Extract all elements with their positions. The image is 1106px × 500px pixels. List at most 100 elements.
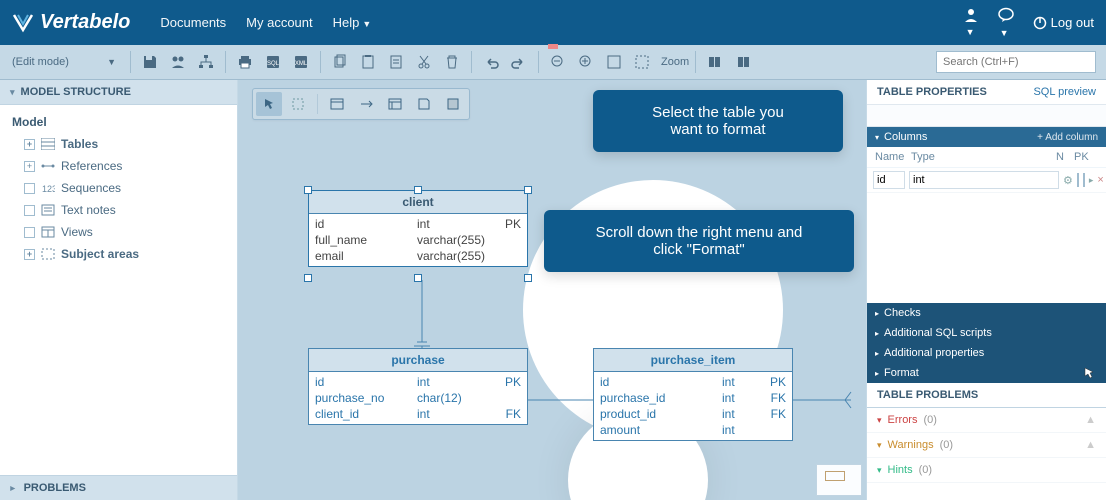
table-row: amountint [594, 422, 792, 438]
column-name-input[interactable] [873, 171, 905, 189]
add-reference-tool[interactable] [353, 92, 379, 116]
table-body: idintPK purchase_idintFK product_idintFK… [594, 372, 792, 440]
select-tool[interactable] [256, 92, 282, 116]
problems-hints[interactable]: ▾Hints(0) [867, 458, 1106, 483]
user-menu[interactable]: ▼ [963, 7, 979, 38]
marquee-icon [291, 97, 305, 111]
table-icon [41, 138, 55, 150]
note-icon [41, 204, 55, 216]
delete-button[interactable] [439, 49, 465, 75]
paste-icon [360, 54, 376, 70]
table-header: client [309, 191, 527, 214]
expand-icon: ▸ [875, 329, 879, 338]
expand-icon: ▾ [7, 486, 18, 491]
tree-root[interactable]: Model [0, 111, 237, 133]
add-column-link[interactable]: + Add column [1037, 132, 1098, 143]
selection-handle[interactable] [304, 186, 312, 194]
paste-button[interactable] [355, 49, 381, 75]
undo-button[interactable] [478, 49, 504, 75]
print-button[interactable] [232, 49, 258, 75]
cut-button[interactable] [411, 49, 437, 75]
problems-errors[interactable]: ▾Errors(0)▲ [867, 408, 1106, 433]
column-type-input[interactable] [909, 171, 1059, 189]
tree-sequences[interactable]: 123Sequences [0, 177, 237, 199]
nav-my-account[interactable]: My account [246, 15, 312, 30]
print-icon [237, 54, 253, 70]
problems-warnings[interactable]: ▾Warnings(0)▲ [867, 433, 1106, 458]
sql-button[interactable]: SQL [260, 49, 286, 75]
zoom-region-button[interactable] [629, 49, 655, 75]
section-additional-props[interactable]: ▸Additional properties [867, 343, 1106, 363]
table-client[interactable]: client idintPK full_namevarchar(255) ema… [308, 190, 528, 267]
expand-icon: ▸ [875, 309, 879, 318]
warning-icon: ▲ [1085, 414, 1096, 426]
tree-subject-areas[interactable]: +Subject areas [0, 243, 237, 265]
share-button[interactable] [165, 49, 191, 75]
tree-textnotes[interactable]: Text notes [0, 199, 237, 221]
section-columns[interactable]: ▾ Columns + Add column [867, 127, 1106, 147]
edit-mode-dropdown[interactable]: (Edit mode)▼ [4, 56, 124, 68]
selection-handle[interactable] [524, 186, 532, 194]
tree-icon [198, 54, 214, 70]
logout-button[interactable]: Log out [1033, 15, 1094, 30]
clipboard-button[interactable] [383, 49, 409, 75]
column-delete-icon[interactable]: × [1097, 174, 1103, 186]
add-table-tool[interactable] [324, 92, 350, 116]
marquee-tool[interactable] [285, 92, 311, 116]
header-right: ▼ ▼ Log out [963, 6, 1094, 39]
table-body: idintPK full_namevarchar(255) emailvarch… [309, 214, 527, 266]
column-more-icon[interactable]: ▸ [1089, 175, 1094, 186]
expand-icon [24, 227, 35, 238]
nav-help[interactable]: Help▼ [333, 15, 372, 30]
reference-icon [41, 160, 55, 172]
table-purchase-item[interactable]: purchase_item idintPK purchase_idintFK p… [593, 348, 793, 441]
diagram-canvas[interactable]: client idintPK full_namevarchar(255) ema… [238, 80, 866, 500]
copy-button[interactable] [327, 49, 353, 75]
zoom-fit-button[interactable] [601, 49, 627, 75]
properties-header: TABLE PROPERTIES SQL preview [867, 80, 1106, 105]
table-purchase[interactable]: purchase idintPK purchase_nochar(12) cli… [308, 348, 528, 425]
add-note-tool[interactable] [411, 92, 437, 116]
add-view-tool[interactable] [382, 92, 408, 116]
save-button[interactable] [137, 49, 163, 75]
zoom-in-button[interactable] [573, 49, 599, 75]
collapse-icon: ▾ [877, 415, 882, 426]
problems-panel-toggle[interactable]: ▾ PROBLEMS [0, 475, 237, 500]
canvas-toolbar [252, 88, 470, 120]
nullable-checkbox[interactable] [1077, 173, 1079, 187]
redo-button[interactable] [506, 49, 532, 75]
nav-documents[interactable]: Documents [160, 15, 226, 30]
brand-logo[interactable]: Vertabelo [12, 11, 130, 34]
tree-references[interactable]: +References [0, 155, 237, 177]
sql-preview-link[interactable]: SQL preview [1033, 86, 1096, 98]
model-button[interactable] [193, 49, 219, 75]
selection-handle[interactable] [414, 186, 422, 194]
add-area-tool[interactable] [440, 92, 466, 116]
save-icon [142, 54, 158, 70]
model-structure-header[interactable]: ▾ MODEL STRUCTURE [0, 80, 237, 105]
tree-tables[interactable]: +Tables [0, 133, 237, 155]
search-box [936, 51, 1096, 73]
cursor-icon [262, 97, 276, 111]
table-row: purchase_idintFK [594, 390, 792, 406]
selection-handle[interactable] [414, 274, 422, 282]
callout-select-table: Select the table you want to format [593, 90, 843, 152]
pk-checkbox[interactable] [1083, 173, 1085, 187]
align-right-button[interactable] [730, 49, 756, 75]
column-settings-icon[interactable]: ⚙ [1063, 174, 1073, 187]
section-additional-sql[interactable]: ▸Additional SQL scripts [867, 323, 1106, 343]
minimap[interactable] [816, 464, 862, 496]
xml-button[interactable]: XML [288, 49, 314, 75]
chat-button[interactable]: ▼ [997, 6, 1015, 39]
section-format[interactable]: ▸Format [867, 363, 1106, 383]
search-input[interactable] [936, 51, 1096, 73]
align-left-button[interactable] [702, 49, 728, 75]
selection-handle[interactable] [524, 274, 532, 282]
zoom-out-button[interactable] [545, 49, 571, 75]
tree-views[interactable]: Views [0, 221, 237, 243]
zoom-in-icon [578, 54, 594, 70]
section-checks[interactable]: ▸Checks [867, 303, 1106, 323]
selection-handle[interactable] [304, 274, 312, 282]
content-area: ▾ MODEL STRUCTURE Model +Tables +Referen… [0, 80, 1106, 500]
view-icon [388, 97, 402, 111]
